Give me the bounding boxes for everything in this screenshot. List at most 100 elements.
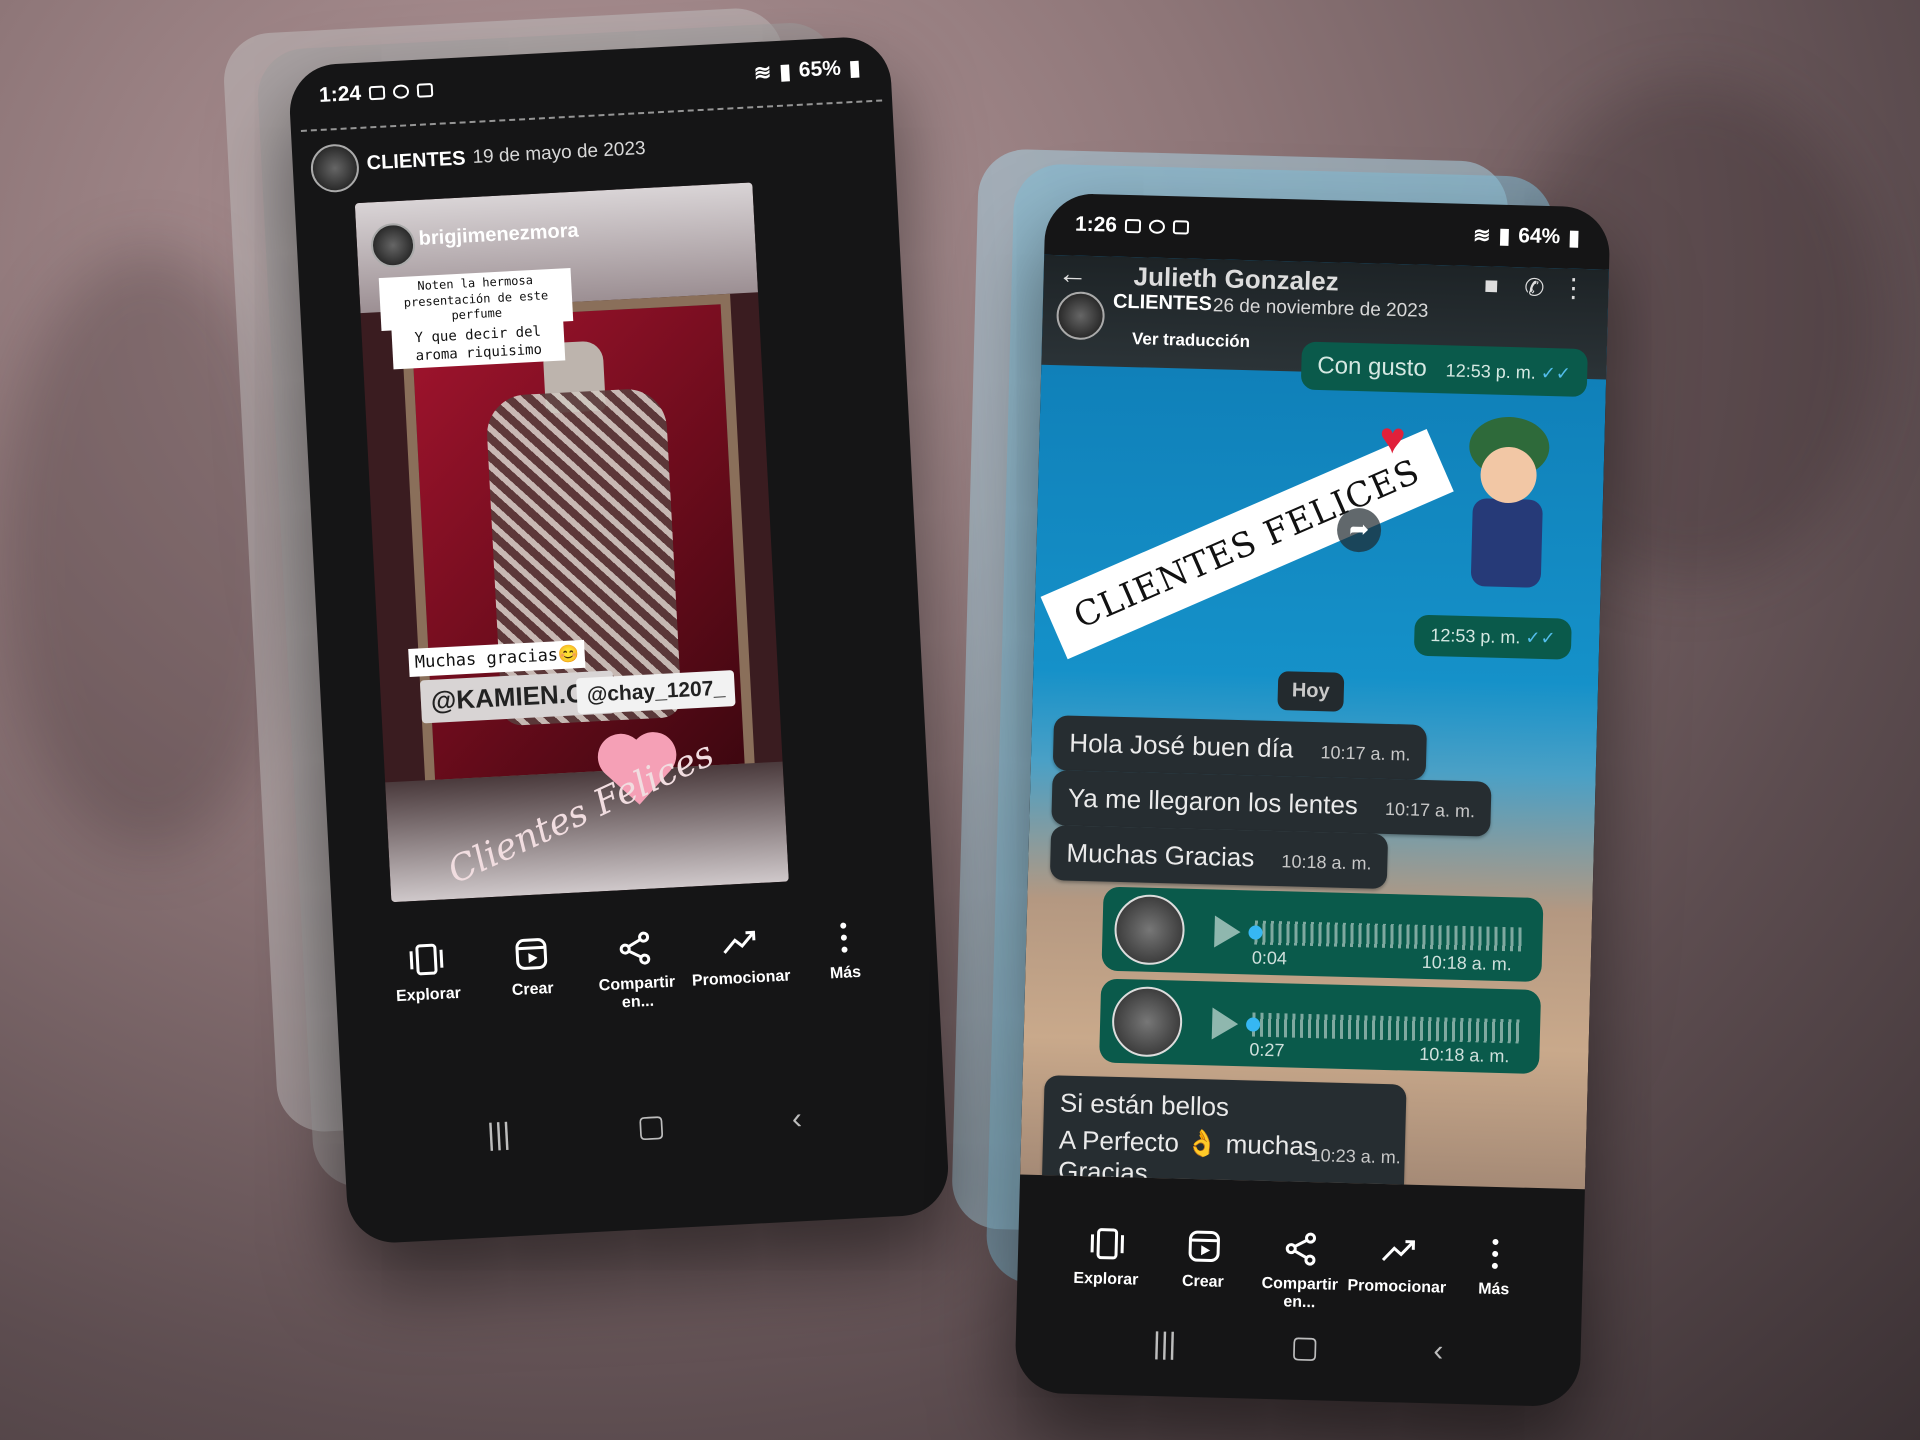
toolbar-label: Explorar (1073, 1269, 1139, 1289)
message-text: Ya me llegaron los lentes (1067, 782, 1359, 821)
battery-icon: ▮ (1567, 226, 1581, 250)
toolbar-label: Promocionar (691, 967, 791, 990)
message-time: 10:18 a. m. (1419, 1043, 1510, 1067)
notification-icon (392, 84, 410, 100)
voice-duration: 0:27 (1249, 1039, 1285, 1061)
play-icon[interactable] (1214, 915, 1241, 949)
message-time: 10:17 a. m. (1384, 798, 1476, 822)
system-nav-bar: ||| ▢ ‹ (1015, 1322, 1581, 1372)
voice-message[interactable]: 0:04 10:18 a. m. (1101, 886, 1544, 983)
gallery-icon (1124, 218, 1142, 234)
translate-link[interactable]: Ver traducción (1132, 329, 1251, 352)
avatar (1113, 893, 1186, 966)
app-icon (1172, 220, 1190, 235)
message-text: Si están bellos (1059, 1087, 1230, 1122)
story-action-bar: Explorar Crear Compartir en... Promocion… (334, 914, 939, 1027)
recents-button[interactable]: ||| (486, 1117, 511, 1152)
more-button[interactable]: Más (795, 916, 894, 985)
toolbar-label: Más (1477, 1280, 1510, 1299)
highlight-date: 19 de mayo de 2023 (471, 137, 647, 168)
avatar[interactable] (1055, 291, 1106, 341)
back-button[interactable]: ‹ (791, 1102, 803, 1136)
share-icon (1285, 1232, 1316, 1266)
more-icon (1491, 1238, 1498, 1269)
home-button[interactable]: ▢ (1290, 1330, 1319, 1366)
promote-button[interactable]: Promocionar (690, 922, 791, 991)
message-time: 10:18 a. m. (1421, 951, 1513, 975)
incoming-message: Si están bellos A Perfecto 👌 muchas Grac… (1041, 1075, 1407, 1190)
share-icon (619, 931, 651, 965)
phone-icon[interactable]: ✆ (1524, 273, 1545, 303)
forward-icon[interactable]: ➦ (1336, 507, 1382, 553)
explore-button[interactable]: Explorar (1058, 1224, 1156, 1290)
promote-button[interactable]: Promocionar (1347, 1231, 1447, 1297)
message-time: 12:53 p. m. (1445, 360, 1537, 383)
home-button[interactable]: ▢ (636, 1108, 666, 1144)
phone-whatsapp-story: 1:26 ≋ ▮ 64% ▮ ← Julieth Gonzalez ■ ✆ ⋮ … (1014, 192, 1611, 1408)
voice-duration: 0:04 (1251, 947, 1288, 969)
highlight-date: 26 de noviembre de 2023 (1212, 295, 1429, 322)
read-check-icon: ✓✓ (1540, 362, 1572, 384)
voice-message[interactable]: 0:27 10:18 a. m. (1099, 978, 1542, 1075)
signal-icon: ▮ (778, 59, 792, 84)
phone-instagram-story: 1:24 ≋ ▮ 65% ▮ CLIENTES 19 de mayo de 20… (287, 35, 951, 1245)
explore-button[interactable]: Explorar (378, 938, 477, 1007)
back-arrow-icon[interactable]: ← (1057, 257, 1088, 292)
gallery-icon (368, 85, 386, 101)
reel-icon (1188, 1230, 1220, 1262)
outgoing-message: 12:53 p. m. ✓✓ (1413, 614, 1573, 660)
notification-icon (1148, 219, 1166, 234)
back-button[interactable]: ‹ (1433, 1334, 1444, 1368)
toolbar-label: Más (829, 963, 862, 983)
message-text: Hola José buen día (1069, 727, 1294, 764)
message-time: 12:53 p. m. (1430, 625, 1521, 648)
story-content[interactable]: brigjimenezmora Noten la hermosa present… (354, 182, 789, 903)
create-button[interactable]: Crear (482, 933, 581, 1002)
toolbar-label: Compartir en... (598, 973, 676, 1012)
share-button[interactable]: Compartir en... (1251, 1229, 1349, 1313)
status-time: 1:24 (318, 81, 362, 107)
heart-icon: ♥ (1378, 413, 1407, 464)
anime-character-sticker (1456, 415, 1551, 588)
status-time: 1:26 (1074, 212, 1118, 237)
avatar[interactable] (309, 142, 361, 194)
wifi-icon: ≋ (1472, 223, 1491, 247)
incoming-message: Muchas Gracias 10:18 a. m. (1049, 825, 1389, 889)
message-text: Muchas Gracias (1066, 837, 1255, 873)
message-time: 10:17 a. m. (1320, 742, 1411, 765)
signal-icon: ▮ (1498, 224, 1511, 248)
chat-screenshot[interactable]: ← Julieth Gonzalez ■ ✆ ⋮ CLIENTES 26 de … (1020, 254, 1609, 1190)
message-text: Con gusto (1317, 351, 1428, 382)
trending-icon (1381, 1240, 1415, 1262)
incoming-message: Hola José buen día 10:17 a. m. (1052, 715, 1428, 780)
message-time: 10:18 a. m. (1281, 851, 1372, 874)
battery-icon: ▮ (848, 56, 861, 80)
more-icon (840, 922, 848, 953)
highlight-title: CLIENTES (366, 147, 467, 175)
play-icon[interactable] (1211, 1007, 1239, 1041)
waveform[interactable] (1254, 920, 1523, 952)
app-icon (416, 82, 434, 98)
create-button[interactable]: Crear (1155, 1226, 1253, 1292)
toolbar-label: Explorar (395, 984, 462, 1006)
wifi-icon: ≋ (753, 60, 772, 85)
message-time: 10:23 a. m. (1310, 1145, 1401, 1168)
story-action-bar: Explorar Crear Compartir en... Promocion… (1017, 1222, 1584, 1319)
toolbar-label: Promocionar (1347, 1277, 1447, 1297)
carousel-icon (409, 943, 444, 976)
toolbar-label: Crear (511, 979, 555, 1000)
toolbar-label: Crear (1181, 1272, 1224, 1291)
waveform[interactable] (1251, 1012, 1521, 1044)
share-button[interactable]: Compartir en... (586, 927, 686, 1014)
trending-icon (723, 930, 756, 954)
highlight-title: CLIENTES (1112, 290, 1213, 316)
carousel-icon (1090, 1228, 1124, 1260)
video-call-icon[interactable]: ■ (1484, 272, 1499, 300)
recents-button[interactable]: ||| (1152, 1327, 1177, 1362)
reel-icon (515, 938, 547, 970)
story-sticker: Y que decir del aroma riquisimo (391, 318, 566, 370)
avatar (1111, 985, 1184, 1058)
toolbar-label: Compartir en... (1261, 1274, 1339, 1312)
more-button[interactable]: Más (1446, 1234, 1544, 1300)
menu-icon[interactable]: ⋮ (1560, 272, 1587, 304)
